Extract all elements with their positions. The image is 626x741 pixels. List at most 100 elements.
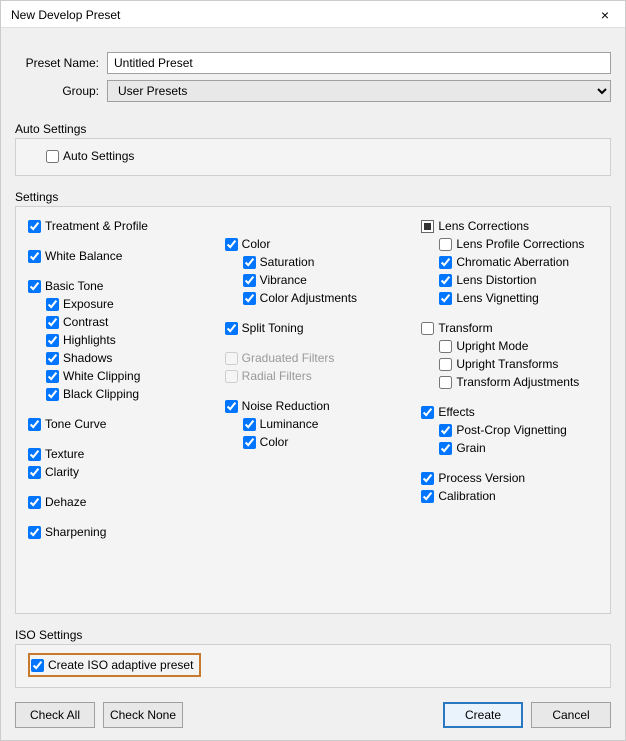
basic-tone-checkbox[interactable] [28, 280, 41, 293]
create-iso-adaptive-preset-label: Create ISO adaptive preset [48, 656, 193, 674]
graduated-filters-label: Graduated Filters [242, 349, 335, 367]
texture-checkbox[interactable] [28, 448, 41, 461]
post-crop-vignetting-label: Post-Crop Vignetting [456, 421, 567, 439]
grain-label: Grain [456, 439, 485, 457]
process-version-checkbox[interactable] [421, 472, 434, 485]
saturation-checkbox[interactable] [243, 256, 256, 269]
auto-settings-group: Auto Settings [15, 138, 611, 176]
iso-settings-group: Create ISO adaptive preset [15, 644, 611, 688]
calibration-checkbox[interactable] [421, 490, 434, 503]
create-button[interactable]: Create [443, 702, 523, 728]
split-toning-checkbox[interactable] [225, 322, 238, 335]
transform-adjustments-label: Transform Adjustments [456, 373, 579, 391]
transform-adjustments-checkbox[interactable] [439, 376, 452, 389]
vibrance-checkbox[interactable] [243, 274, 256, 287]
check-none-button[interactable]: Check None [103, 702, 183, 728]
clarity-label: Clarity [45, 463, 79, 481]
chromatic-aberration-checkbox[interactable] [439, 256, 452, 269]
clarity-checkbox[interactable] [28, 466, 41, 479]
auto-settings-checkbox[interactable] [46, 150, 59, 163]
settings-col-1: Treatment & Profile White Balance Basic … [28, 217, 205, 541]
check-all-button[interactable]: Check All [15, 702, 95, 728]
basic-tone-label: Basic Tone [45, 277, 103, 295]
contrast-label: Contrast [63, 313, 108, 331]
dehaze-label: Dehaze [45, 493, 86, 511]
transform-checkbox[interactable] [421, 322, 434, 335]
upright-mode-checkbox[interactable] [439, 340, 452, 353]
highlights-label: Highlights [63, 331, 116, 349]
chromatic-aberration-label: Chromatic Aberration [456, 253, 569, 271]
settings-section-label: Settings [15, 190, 611, 204]
calibration-label: Calibration [438, 487, 495, 505]
black-clipping-label: Black Clipping [63, 385, 139, 403]
close-icon[interactable]: × [595, 7, 615, 23]
color-checkbox[interactable] [225, 238, 238, 251]
dehaze-checkbox[interactable] [28, 496, 41, 509]
white-clipping-label: White Clipping [63, 367, 140, 385]
settings-group: Treatment & Profile White Balance Basic … [15, 206, 611, 614]
preset-name-input[interactable] [107, 52, 611, 74]
radial-filters-label: Radial Filters [242, 367, 312, 385]
highlights-checkbox[interactable] [46, 334, 59, 347]
lens-vignetting-label: Lens Vignetting [456, 289, 539, 307]
grain-checkbox[interactable] [439, 442, 452, 455]
split-toning-label: Split Toning [242, 319, 304, 337]
iso-settings-section-label: ISO Settings [15, 628, 611, 642]
effects-label: Effects [438, 403, 474, 421]
luminance-label: Luminance [260, 415, 319, 433]
treatment-profile-label: Treatment & Profile [45, 217, 148, 235]
new-develop-preset-dialog: New Develop Preset × Preset Name: Group:… [0, 0, 626, 741]
white-balance-checkbox[interactable] [28, 250, 41, 263]
radial-filters-checkbox [225, 370, 238, 383]
saturation-label: Saturation [260, 253, 315, 271]
upright-transforms-label: Upright Transforms [456, 355, 558, 373]
sharpening-label: Sharpening [45, 523, 106, 541]
lens-corrections-checkbox[interactable] [421, 220, 434, 233]
texture-label: Texture [45, 445, 84, 463]
preset-name-label: Preset Name: [15, 56, 107, 70]
auto-settings-cb-label: Auto Settings [63, 147, 134, 165]
shadows-label: Shadows [63, 349, 112, 367]
noise-reduction-checkbox[interactable] [225, 400, 238, 413]
noise-reduction-label: Noise Reduction [242, 397, 330, 415]
exposure-checkbox[interactable] [46, 298, 59, 311]
color-label: Color [242, 235, 271, 253]
treatment-profile-checkbox[interactable] [28, 220, 41, 233]
post-crop-vignetting-checkbox[interactable] [439, 424, 452, 437]
iso-highlight-box: Create ISO adaptive preset [28, 653, 201, 677]
graduated-filters-checkbox [225, 352, 238, 365]
lens-profile-corrections-checkbox[interactable] [439, 238, 452, 251]
auto-settings-section-label: Auto Settings [15, 122, 611, 136]
contrast-checkbox[interactable] [46, 316, 59, 329]
window-title: New Develop Preset [11, 8, 120, 22]
color-nr-checkbox[interactable] [243, 436, 256, 449]
group-label: Group: [15, 84, 107, 98]
lens-vignetting-checkbox[interactable] [439, 292, 452, 305]
settings-col-2: Color Saturation Vibrance Color Adjustme… [225, 217, 402, 541]
settings-col-3: Lens Corrections Lens Profile Correction… [421, 217, 598, 541]
white-clipping-checkbox[interactable] [46, 370, 59, 383]
color-adjustments-checkbox[interactable] [243, 292, 256, 305]
white-balance-label: White Balance [45, 247, 122, 265]
group-select[interactable]: User Presets [107, 80, 611, 102]
shadows-checkbox[interactable] [46, 352, 59, 365]
upright-transforms-checkbox[interactable] [439, 358, 452, 371]
black-clipping-checkbox[interactable] [46, 388, 59, 401]
color-adjustments-label: Color Adjustments [260, 289, 357, 307]
dialog-content: Preset Name: Group: User Presets Auto Se… [1, 28, 625, 740]
luminance-checkbox[interactable] [243, 418, 256, 431]
create-iso-adaptive-preset-checkbox[interactable] [31, 659, 44, 672]
tone-curve-label: Tone Curve [45, 415, 106, 433]
color-nr-label: Color [260, 433, 289, 451]
lens-distortion-checkbox[interactable] [439, 274, 452, 287]
lens-corrections-label: Lens Corrections [438, 217, 529, 235]
button-row: Check All Check None Create Cancel [15, 702, 611, 728]
cancel-button[interactable]: Cancel [531, 702, 611, 728]
titlebar: New Develop Preset × [1, 1, 625, 28]
effects-checkbox[interactable] [421, 406, 434, 419]
tone-curve-checkbox[interactable] [28, 418, 41, 431]
process-version-label: Process Version [438, 469, 525, 487]
sharpening-checkbox[interactable] [28, 526, 41, 539]
vibrance-label: Vibrance [260, 271, 307, 289]
upright-mode-label: Upright Mode [456, 337, 528, 355]
